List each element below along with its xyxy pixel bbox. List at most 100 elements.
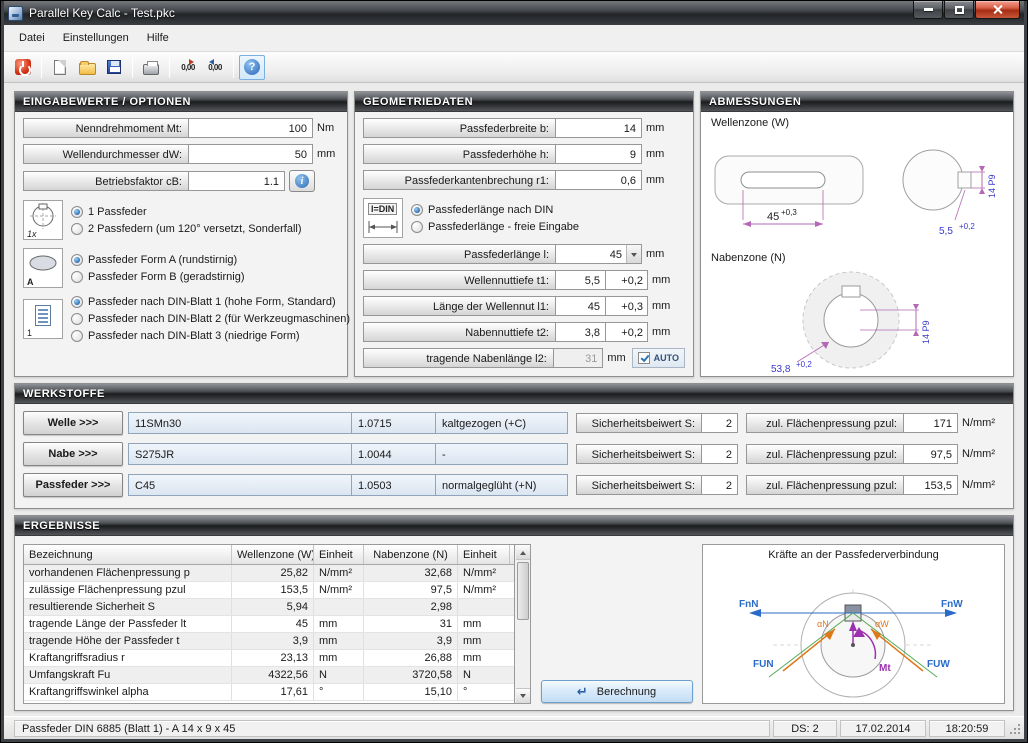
field-row: Passfederbreite b: 14 mm xyxy=(363,118,685,138)
minimize-button[interactable] xyxy=(913,1,943,19)
menu-einstellungen[interactable]: Einstellungen xyxy=(54,28,138,48)
dimensions-drawing-area: Wellenzone (W) Nabenzone (N) 45 +0,3 xyxy=(701,112,1013,376)
table-cell xyxy=(314,599,364,615)
radio-laenge-din[interactable]: Passfederlänge nach DIN xyxy=(411,204,685,216)
field-row: Nabennuttiefe t2: 3,8 +0,2 mm xyxy=(363,322,685,342)
passfeder-material-button[interactable]: Passfeder >>> xyxy=(23,473,123,497)
radio-form-a[interactable]: Passfeder Form A (rundstirnig) xyxy=(71,254,339,266)
status-date: 17.02.2014 xyxy=(840,720,926,737)
force-fun-label: FUN xyxy=(753,659,774,670)
wellennuttiefe-tolerance-field[interactable]: +0,2 xyxy=(606,270,648,290)
column-header: Nabenzone (N) xyxy=(364,545,458,564)
hub-depth-tol: +0,2 xyxy=(796,360,812,369)
kantenbrechung-field[interactable]: 0,6 xyxy=(556,170,642,190)
key-count-group: 1x 1 Passfeder 2 Passfedern (um 120° ver… xyxy=(23,200,339,240)
material-number-field: 1.0503 xyxy=(352,474,436,496)
info-button[interactable] xyxy=(289,170,315,192)
status-summary: Passfeder DIN 6885 (Blatt 1) - A 14 x 9 … xyxy=(14,720,770,737)
arrow-icon xyxy=(189,59,197,65)
table-cell: 3720,58 xyxy=(364,667,458,683)
field-row: Passfederlänge l: 45 mm xyxy=(363,244,685,264)
passfederhoehe-field[interactable]: 9 xyxy=(556,144,642,164)
table-cell: N xyxy=(458,667,510,683)
help-icon: ? xyxy=(244,59,260,75)
maximize-icon xyxy=(955,6,964,14)
close-button[interactable] xyxy=(975,1,1020,19)
safety-factor-input[interactable]: 2 xyxy=(702,444,738,464)
radio-din-blatt-1[interactable]: Passfeder nach DIN-Blatt 1 (hohe Form, S… xyxy=(71,296,350,308)
wellendurchmesser-input[interactable]: 50 xyxy=(189,144,313,164)
radio-1-passfeder[interactable]: 1 Passfeder xyxy=(71,206,339,218)
field-label: Wellennuttiefe t1: xyxy=(363,270,556,290)
force-fuw-label: FUW xyxy=(927,659,950,670)
berechnung-button[interactable]: ↵ Berechnung xyxy=(541,680,693,703)
field-row: Länge der Wellennut l1: 45 +0,3 mm xyxy=(363,296,685,316)
maximize-button[interactable] xyxy=(944,1,974,19)
nabennuttiefe-tolerance-field[interactable]: +0,2 xyxy=(606,322,648,342)
radio-form-b[interactable]: Passfeder Form B (geradstirnig) xyxy=(71,271,339,283)
unit-label: mm xyxy=(646,122,664,134)
save-button[interactable] xyxy=(101,55,127,80)
scroll-thumb[interactable] xyxy=(517,562,529,620)
safety-factor-input[interactable]: 2 xyxy=(702,475,738,495)
radio-din-blatt-2[interactable]: Passfeder nach DIN-Blatt 2 (für Werkzeug… xyxy=(71,313,350,325)
field-row: Betriebsfaktor cB: 1.1 xyxy=(23,170,339,192)
din-sheet-icon: 1 xyxy=(23,299,63,339)
nabe-material-button[interactable]: Nabe >>> xyxy=(23,442,123,466)
scroll-down-button[interactable] xyxy=(516,688,530,703)
radio-label: Passfeder nach DIN-Blatt 3 (niedrige For… xyxy=(88,330,300,342)
allowed-pressure-label: zul. Flächenpressung pzul: xyxy=(746,475,904,495)
table-cell: Kraftangriffswinkel alpha xyxy=(24,684,232,700)
passfederbreite-field[interactable]: 14 xyxy=(556,118,642,138)
table-header-row: Bezeichnung Wellenzone (W) Einheit Naben… xyxy=(24,545,514,565)
menu-hilfe[interactable]: Hilfe xyxy=(138,28,178,48)
passfederlaenge-combobox[interactable]: 45 xyxy=(556,244,642,264)
decimals-increase-button[interactable]: 0,00 xyxy=(175,55,201,80)
table-scrollbar[interactable] xyxy=(515,544,531,704)
wellennut-laenge-tolerance-field[interactable]: +0,3 xyxy=(606,296,648,316)
nenndrehmoment-input[interactable]: 100 xyxy=(189,118,313,138)
resize-grip[interactable] xyxy=(1008,722,1021,735)
decimals-decrease-button[interactable]: 0,00 xyxy=(202,55,228,80)
table-cell: 45 xyxy=(232,616,314,632)
field-label: Nabennuttiefe t2: xyxy=(363,322,556,342)
exit-button[interactable] xyxy=(10,55,36,80)
icon-label: 1 xyxy=(27,328,32,338)
panel-geometriedaten: GEOMETRIEDATEN Passfederbreite b: 14 mm … xyxy=(354,91,694,377)
table-cell: N/mm² xyxy=(458,582,510,598)
open-file-button[interactable] xyxy=(74,55,100,80)
menu-datei[interactable]: Datei xyxy=(10,28,54,48)
icon-label: 1x xyxy=(27,229,37,239)
chevron-down-icon[interactable] xyxy=(626,245,641,263)
table-cell xyxy=(458,599,510,615)
unit-label: Nm xyxy=(317,122,334,134)
nabennuttiefe-field[interactable]: 3,8 xyxy=(556,322,606,342)
berechnung-label: Berechnung xyxy=(597,686,656,698)
new-file-button[interactable] xyxy=(47,55,73,80)
combobox-value: 45 xyxy=(556,245,626,263)
auto-checkbox[interactable]: AUTO xyxy=(632,348,685,368)
safety-factor-input[interactable]: 2 xyxy=(702,413,738,433)
table-cell: N/mm² xyxy=(314,582,364,598)
radio-din-blatt-3[interactable]: Passfeder nach DIN-Blatt 3 (niedrige For… xyxy=(71,330,350,342)
panel-eingabewerte: EINGABEWERTE / OPTIONEN Nenndrehmoment M… xyxy=(14,91,348,377)
scroll-up-button[interactable] xyxy=(516,545,530,560)
table-cell: Kraftangriffsradius r xyxy=(24,650,232,666)
wellennuttiefe-field[interactable]: 5,5 xyxy=(556,270,606,290)
wellennut-laenge-field[interactable]: 45 xyxy=(556,296,606,316)
table-cell: Umfangskraft Fu xyxy=(24,667,232,683)
radio-2-passfedern[interactable]: 2 Passfedern (um 120° versetzt, Sonderfa… xyxy=(71,223,339,235)
betriebsfaktor-input[interactable]: 1.1 xyxy=(189,171,285,191)
print-button[interactable] xyxy=(138,55,164,80)
table-cell: tragende Höhe der Passfeder t xyxy=(24,633,232,649)
table-cell: 26,88 xyxy=(364,650,458,666)
info-icon xyxy=(295,174,309,188)
results-table: Bezeichnung Wellenzone (W) Einheit Naben… xyxy=(23,544,515,704)
hub-depth-dim: 53,8 xyxy=(771,364,791,375)
radio-laenge-frei[interactable]: Passfederlänge - freie Eingabe xyxy=(411,221,685,233)
nabenlaenge-field: 31 xyxy=(554,348,604,368)
key-count-icon: 1x xyxy=(23,200,63,240)
welle-material-button[interactable]: Welle >>> xyxy=(23,411,123,435)
help-button[interactable]: ? xyxy=(239,55,265,80)
field-row: Wellennuttiefe t1: 5,5 +0,2 mm xyxy=(363,270,685,290)
